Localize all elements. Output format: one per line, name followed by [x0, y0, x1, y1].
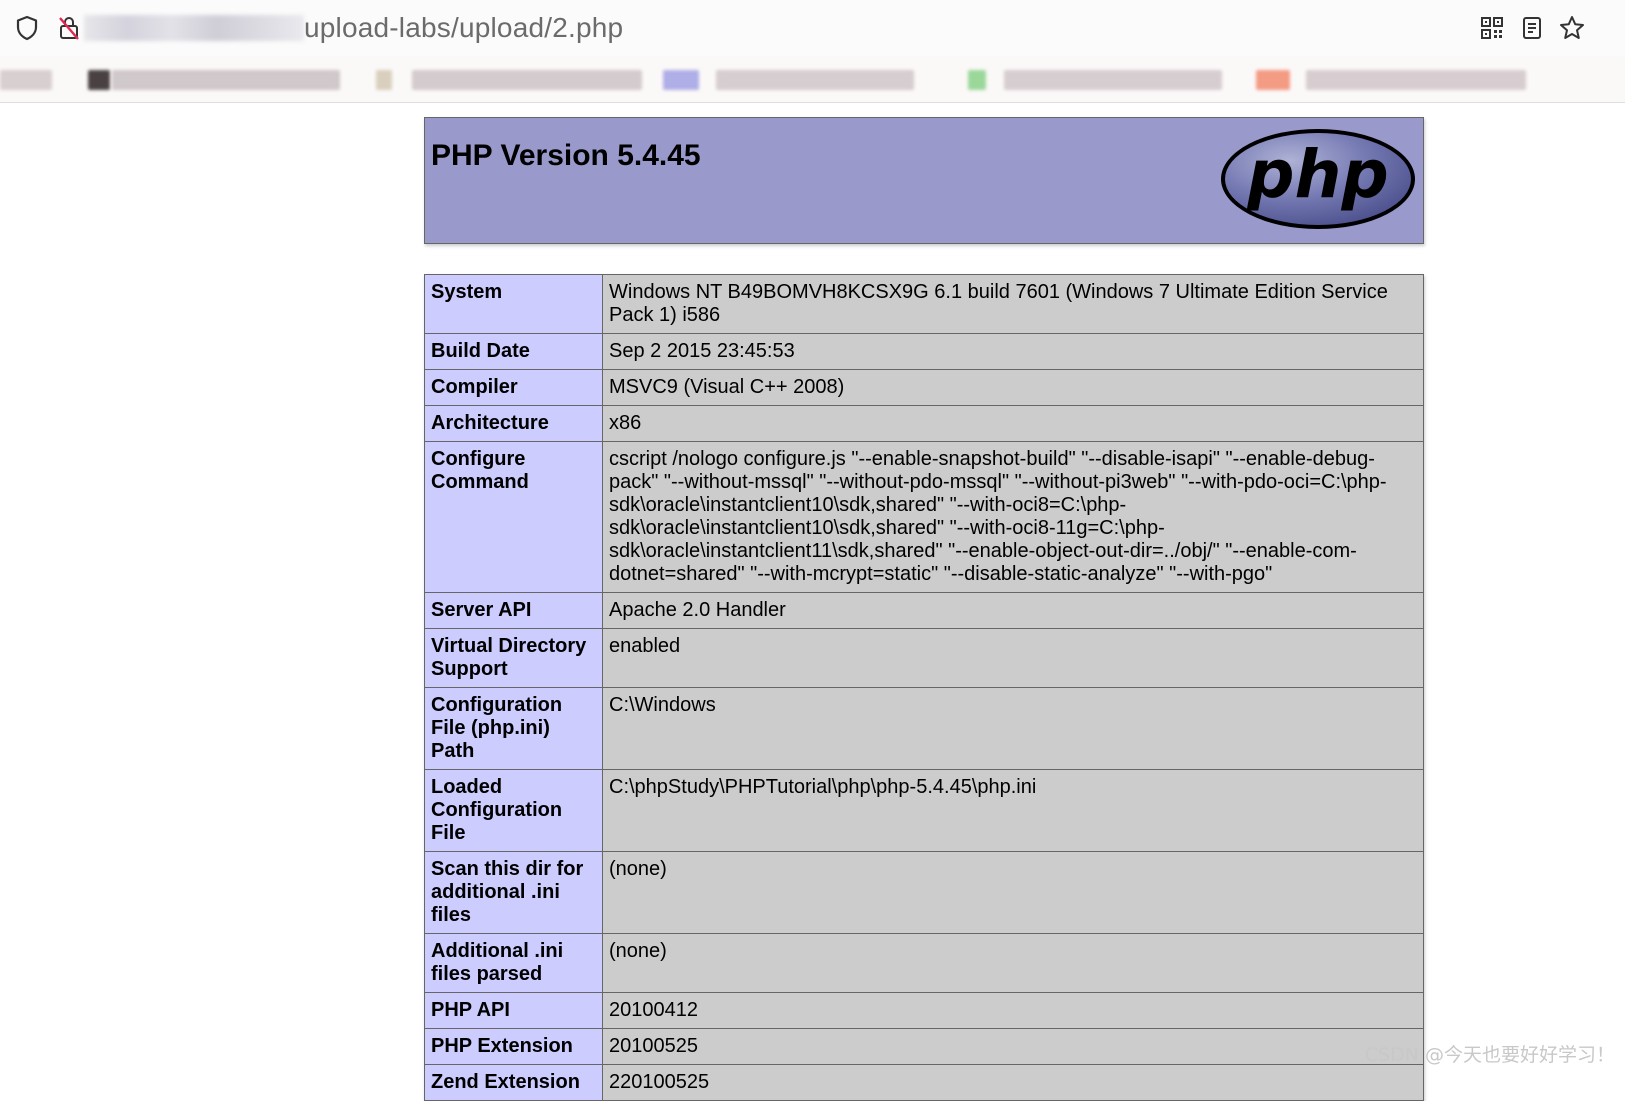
info-table-row: Scan this dir for additional .ini files(…	[424, 851, 1424, 934]
info-key-cell: Server API	[424, 592, 603, 629]
reader-view-icon[interactable]	[1519, 14, 1545, 42]
bookmark-item-redacted[interactable]	[716, 70, 914, 90]
info-key-cell: System	[424, 274, 603, 334]
info-table-row: System Windows NT B49BOMVH8KCSX9G 6.1 bui…	[424, 274, 1424, 334]
php-logo-icon: php	[1221, 129, 1415, 229]
info-key-cell: Loaded Configuration File	[424, 769, 603, 852]
info-value-cell: Apache 2.0 Handler	[602, 592, 1424, 629]
bookmark-item-redacted[interactable]	[1004, 70, 1222, 90]
lock-slash-icon[interactable]	[56, 14, 82, 42]
bookmark-icon-redacted	[968, 70, 986, 90]
info-key-cell: Additional .ini files parsed	[424, 933, 603, 993]
info-key-cell: Architecture	[424, 405, 603, 442]
info-table-row: PHP Extension 20100525	[424, 1028, 1424, 1065]
qr-code-icon[interactable]	[1479, 14, 1505, 42]
info-value-cell: Sep 2 2015 23:45:53	[602, 333, 1424, 370]
info-table-row: Loaded Configuration File C:\phpStudy\PHP…	[424, 769, 1424, 852]
url-host-redacted	[84, 15, 304, 41]
info-value-cell: cscript /nologo configure.js "--enable-s…	[602, 441, 1424, 593]
info-value-cell: 220100525	[602, 1064, 1424, 1101]
csdn-watermark: CSDN @今天也要好好学习！	[1364, 1044, 1615, 1066]
info-value-cell: C:\Windows	[602, 687, 1424, 770]
bookmark-icon-redacted	[88, 70, 110, 90]
bookmark-icon-redacted	[663, 70, 699, 90]
info-key-cell: Zend Extension	[424, 1064, 603, 1101]
bookmark-item-redacted[interactable]	[412, 70, 642, 90]
info-value-cell: (none)	[602, 851, 1424, 934]
info-value-cell: Windows NT B49BOMVH8KCSX9G 6.1 build 760…	[602, 274, 1424, 334]
php-logo-text: php	[1246, 136, 1388, 213]
info-table-row: Compiler MSVC9 (Visual C++ 2008)	[424, 369, 1424, 406]
shield-icon[interactable]	[14, 14, 40, 42]
info-value-cell: MSVC9 (Visual C++ 2008)	[602, 369, 1424, 406]
info-table-row: PHP API 20100412	[424, 992, 1424, 1029]
info-value-cell: enabled	[602, 628, 1424, 688]
info-key-cell: Build Date	[424, 333, 603, 370]
info-key-cell: Compiler	[424, 369, 603, 406]
info-value-cell: C:\phpStudy\PHPTutorial\php\php-5.4.45\p…	[602, 769, 1424, 852]
browser-url-bar: upload-labs/upload/2.php	[0, 0, 1625, 56]
info-key-cell: PHP Extension	[424, 1028, 603, 1065]
info-key-cell: Configuration File (php.ini) Path	[424, 687, 603, 770]
bookmark-icon-redacted	[376, 70, 392, 90]
php-logo[interactable]: php	[1219, 127, 1417, 237]
info-key-cell: Configure Command	[424, 441, 603, 593]
bookmark-item-redacted[interactable]	[112, 70, 340, 90]
info-key-cell: Virtual Directory Support	[424, 628, 603, 688]
info-table-row: Server API Apache 2.0 Handler	[424, 592, 1424, 629]
info-value-cell: x86	[602, 405, 1424, 442]
info-table-row: Additional .ini files parsed (none)	[424, 933, 1424, 993]
info-key-cell: PHP API	[424, 992, 603, 1029]
bookmark-item-redacted[interactable]	[1306, 70, 1526, 90]
phpinfo-header-row: php PHP Version 5.4.45	[424, 117, 1424, 244]
bookmarks-toolbar	[0, 56, 1625, 103]
info-table-row: Build Date Sep 2 2015 23:45:53	[424, 333, 1424, 370]
info-table-row: Configuration File (php.ini) Path C:\Wind…	[424, 687, 1424, 770]
phpinfo-header-cell: php PHP Version 5.4.45	[424, 117, 1424, 244]
bookmark-star-icon[interactable]	[1559, 14, 1585, 42]
url-path-text[interactable]: upload-labs/upload/2.php	[304, 12, 623, 44]
info-value-cell: 20100525	[602, 1028, 1424, 1065]
phpinfo-header-table: php PHP Version 5.4.45	[424, 117, 1424, 244]
info-value-cell: (none)	[602, 933, 1424, 993]
phpinfo-info-table: System Windows NT B49BOMVH8KCSX9G 6.1 bui…	[424, 274, 1424, 1101]
info-key-cell: Scan this dir for additional .ini files	[424, 851, 603, 934]
phpinfo-container: php PHP Version 5.4.45 System Windows NT …	[424, 117, 1424, 1101]
info-table-row: Zend Extension 220100525	[424, 1064, 1424, 1101]
info-table-row: Virtual Directory Support enabled	[424, 628, 1424, 688]
info-value-cell: 20100412	[602, 992, 1424, 1029]
bookmark-icon-redacted	[1256, 70, 1290, 90]
bookmark-item-redacted[interactable]	[0, 70, 52, 90]
info-table-row: Configure Command cscript /nologo configu…	[424, 441, 1424, 593]
info-table-row: Architecture x86	[424, 405, 1424, 442]
